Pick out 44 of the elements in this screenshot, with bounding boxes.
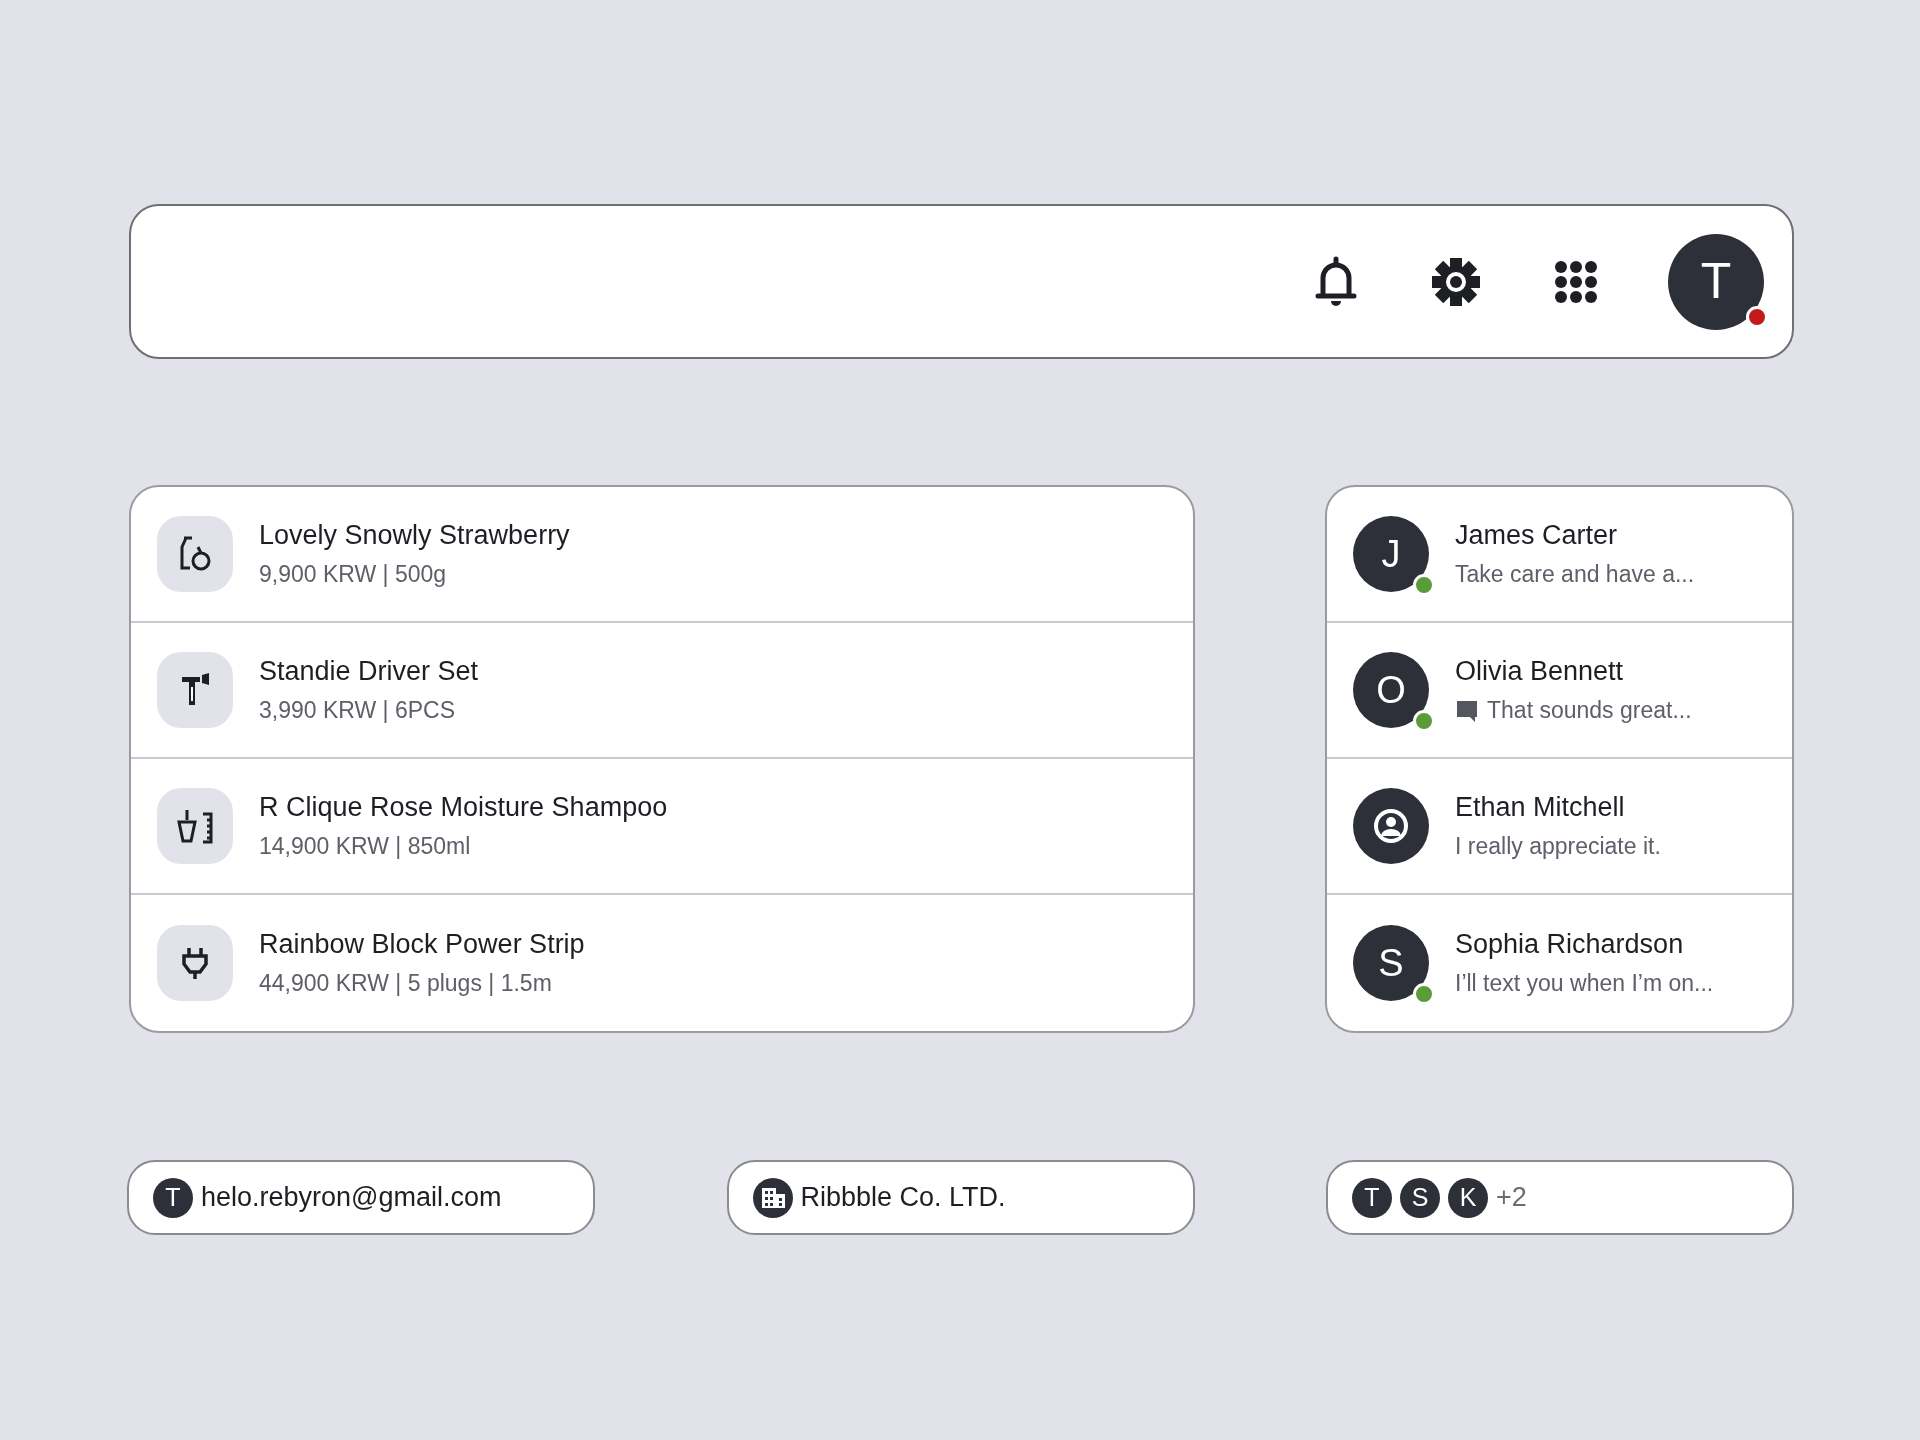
contact-row[interactable]: Ethan Mitchell I really appreciate it. <box>1327 759 1792 895</box>
member-avatar: S <box>1400 1177 1440 1218</box>
apps-grid-icon <box>1554 259 1598 304</box>
message-preview: Take care and have a... <box>1455 561 1695 589</box>
product-details: 44,900 KRW | 5 plugs | 1.5m <box>259 970 553 998</box>
person-icon <box>1373 808 1409 844</box>
product-name: Standie Driver Set <box>259 655 479 688</box>
chip-text: helo.rebyron@gmail.com <box>201 1181 502 1215</box>
contact-name: Sophia Richardson <box>1455 928 1685 961</box>
shampoo-bottle-icon <box>175 808 215 844</box>
user-avatar: T <box>153 1177 193 1218</box>
chip-text: +2 <box>1496 1181 1527 1215</box>
email-chip[interactable]: T helo.rebyron@gmail.com <box>127 1160 595 1235</box>
message-preview: I’ll text you when I’m on... <box>1455 970 1714 998</box>
members-chip[interactable]: T S K +2 <box>1326 1160 1794 1235</box>
product-row[interactable]: Standie Driver Set 3,990 KRW | 6PCS <box>131 623 1193 759</box>
member-avatar: K <box>1448 1177 1488 1218</box>
product-row[interactable]: R Clique Rose Moisture Shampoo 14,900 KRW | 850ml <box>131 759 1193 895</box>
user-avatar[interactable]: T <box>1668 233 1764 330</box>
contact-row[interactable]: S Sophia Richardson I’ll text you when I’m on... <box>1327 895 1792 1031</box>
product-name: Rainbow Block Power Strip <box>259 928 585 961</box>
contact-row[interactable]: O Olivia Bennett That sounds great... <box>1327 623 1792 759</box>
contact-name: Olivia Bennett <box>1455 655 1625 688</box>
contact-name: Ethan Mitchell <box>1455 791 1626 824</box>
product-row[interactable]: Lovely Snowly Strawberry 9,900 KRW | 500g <box>131 487 1193 623</box>
plug-icon <box>181 946 209 980</box>
bottle-icon <box>178 536 212 572</box>
product-name: R Clique Rose Moisture Shampoo <box>259 791 668 824</box>
product-row[interactable]: Rainbow Block Power Strip 44,900 KRW | 5 plugs | 1.5m <box>131 895 1193 1031</box>
product-details: 14,900 KRW | 850ml <box>259 833 472 861</box>
product-name: Lovely Snowly Strawberry <box>259 519 570 552</box>
settings-icon <box>1430 255 1482 308</box>
message-preview: I really appreciate it. <box>1455 833 1661 861</box>
contact-name: James Carter <box>1455 519 1619 552</box>
company-chip[interactable]: Ribbble Co. LTD. <box>726 1160 1195 1235</box>
chip-text: Ribbble Co. LTD. <box>800 1181 1006 1215</box>
building-icon <box>752 1177 793 1218</box>
bell-icon <box>1314 255 1358 308</box>
member-avatar: T <box>1352 1177 1392 1218</box>
contact-row[interactable]: J James Carter Take care and have a... <box>1327 487 1792 623</box>
hammer-icon <box>180 673 210 707</box>
message-preview: That sounds great... <box>1487 697 1692 725</box>
product-details: 3,990 KRW | 6PCS <box>259 697 457 725</box>
product-details: 9,900 KRW | 500g <box>259 561 448 589</box>
